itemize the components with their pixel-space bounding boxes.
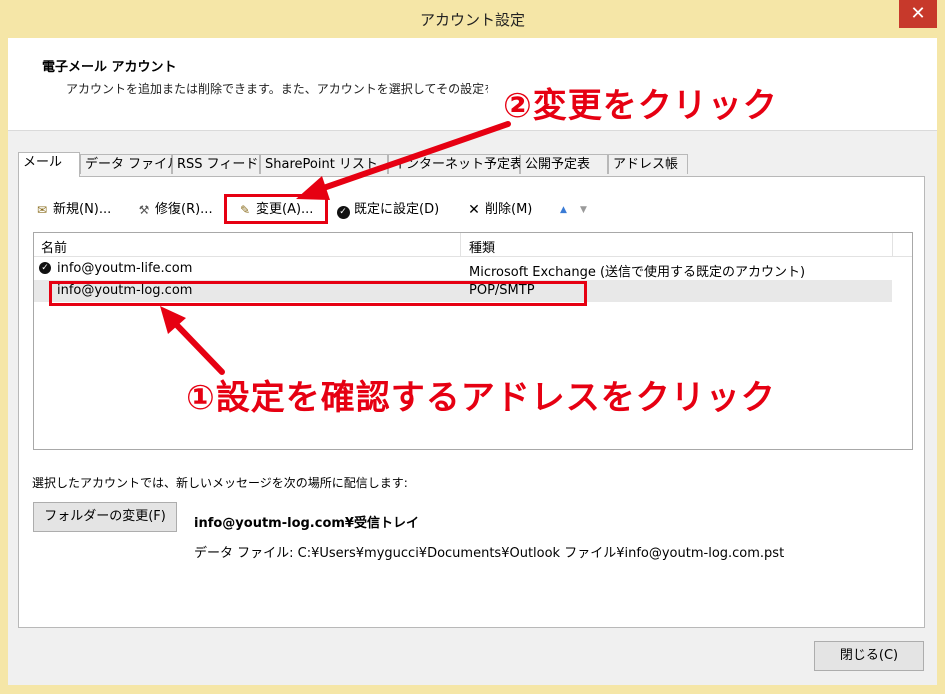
arrow-down-icon: ▼ [580,205,587,215]
tab-internet-calendars[interactable]: インターネット予定表 [388,154,523,174]
delivery-target: info@youtm-log.com¥受信トレイ [194,516,419,531]
dialog-client: 電子メール アカウント アカウントを追加または削除できます。また、アカウントを選… [8,38,937,685]
step1-annotation: ①設定を確認するアドレスをクリック [186,378,776,418]
delete-x-icon: ✕ [468,202,480,218]
delivery-status-text: 選択したアカウントでは、新しいメッセージを次の場所に配信します: [32,476,408,490]
move-down-button[interactable]: ▼ [580,199,587,221]
new-account-icon: ✉ [36,203,48,217]
delete-button[interactable]: ✕ 削除(M) [466,199,532,221]
data-file-path: データ ファイル: C:¥Users¥mygucci¥Documents¥Out… [194,546,785,561]
header-band: 電子メール アカウント アカウントを追加または削除できます。また、アカウントを選… [8,38,937,131]
repair-button[interactable]: ⚒ 修復(R)... [136,199,213,221]
change-folder-button[interactable]: フォルダーの変更(F) [33,502,177,532]
move-up-button[interactable]: ▲ [560,199,567,221]
arrow-up-icon: ▲ [560,205,567,215]
delete-label: 削除(M) [485,202,533,217]
tab-address-books[interactable]: アドレス帳 [608,154,688,174]
list-header: 名前 種類 [34,233,912,257]
set-default-label: 既定に設定(D) [354,202,440,217]
check-circle-icon: ✓ [335,199,351,221]
tab-published-calendars[interactable]: 公開予定表 [520,154,608,174]
account-name: info@youtm-life.com [57,261,193,276]
new-account-button[interactable]: ✉ 新規(N)... [34,199,111,221]
close-button[interactable]: 閉じる(C) [814,641,924,671]
tab-data-files[interactable]: データ ファイル [80,154,180,174]
new-account-label: 新規(N)... [53,202,112,217]
header-title: 電子メール アカウント [42,60,177,75]
change-button-highlight [224,194,328,224]
column-header-name[interactable]: 名前 [41,237,67,256]
selected-row-highlight [49,281,587,306]
repair-label: 修復(R)... [155,202,213,217]
default-account-check-icon: ✓ [39,262,51,274]
step2-annotation: ②変更をクリック [503,86,778,126]
column-separator[interactable] [460,233,461,256]
title-bar: アカウント設定 ✕ [0,0,945,38]
window-title: アカウント設定 [419,11,525,29]
column-header-type[interactable]: 種類 [469,237,495,256]
tab-sharepoint-lists[interactable]: SharePoint リスト [260,154,388,174]
account-type: Microsoft Exchange (送信で使用する既定のアカウント) [469,265,806,280]
window-close-button[interactable]: ✕ [899,0,937,28]
column-separator[interactable] [892,233,893,256]
tab-mail[interactable]: メール [18,152,80,177]
account-row[interactable]: ✓ info@youtm-life.com Microsoft Exchange… [34,258,892,280]
tab-rss-feeds[interactable]: RSS フィード [172,154,260,174]
repair-tools-icon: ⚒ [138,203,150,217]
set-default-button[interactable]: ✓ 既定に設定(D) [335,199,439,221]
